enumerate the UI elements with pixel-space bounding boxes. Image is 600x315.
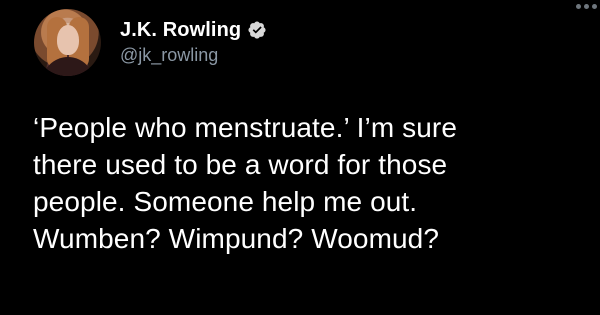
- author-name-row[interactable]: J.K. Rowling: [120, 18, 267, 42]
- verified-badge-icon: [248, 21, 266, 39]
- author-avatar[interactable]: [34, 9, 101, 76]
- author-display-name[interactable]: J.K. Rowling: [120, 19, 241, 42]
- tweet-text: ‘People who menstruate.’ I’m sure there …: [33, 112, 458, 254]
- avatar-face: [57, 25, 79, 55]
- tweet-card: J.K. Rowling @jk_rowling ‘People who men…: [0, 0, 600, 315]
- author-handle[interactable]: @jk_rowling: [120, 45, 218, 66]
- more-options-icon[interactable]: [572, 0, 600, 16]
